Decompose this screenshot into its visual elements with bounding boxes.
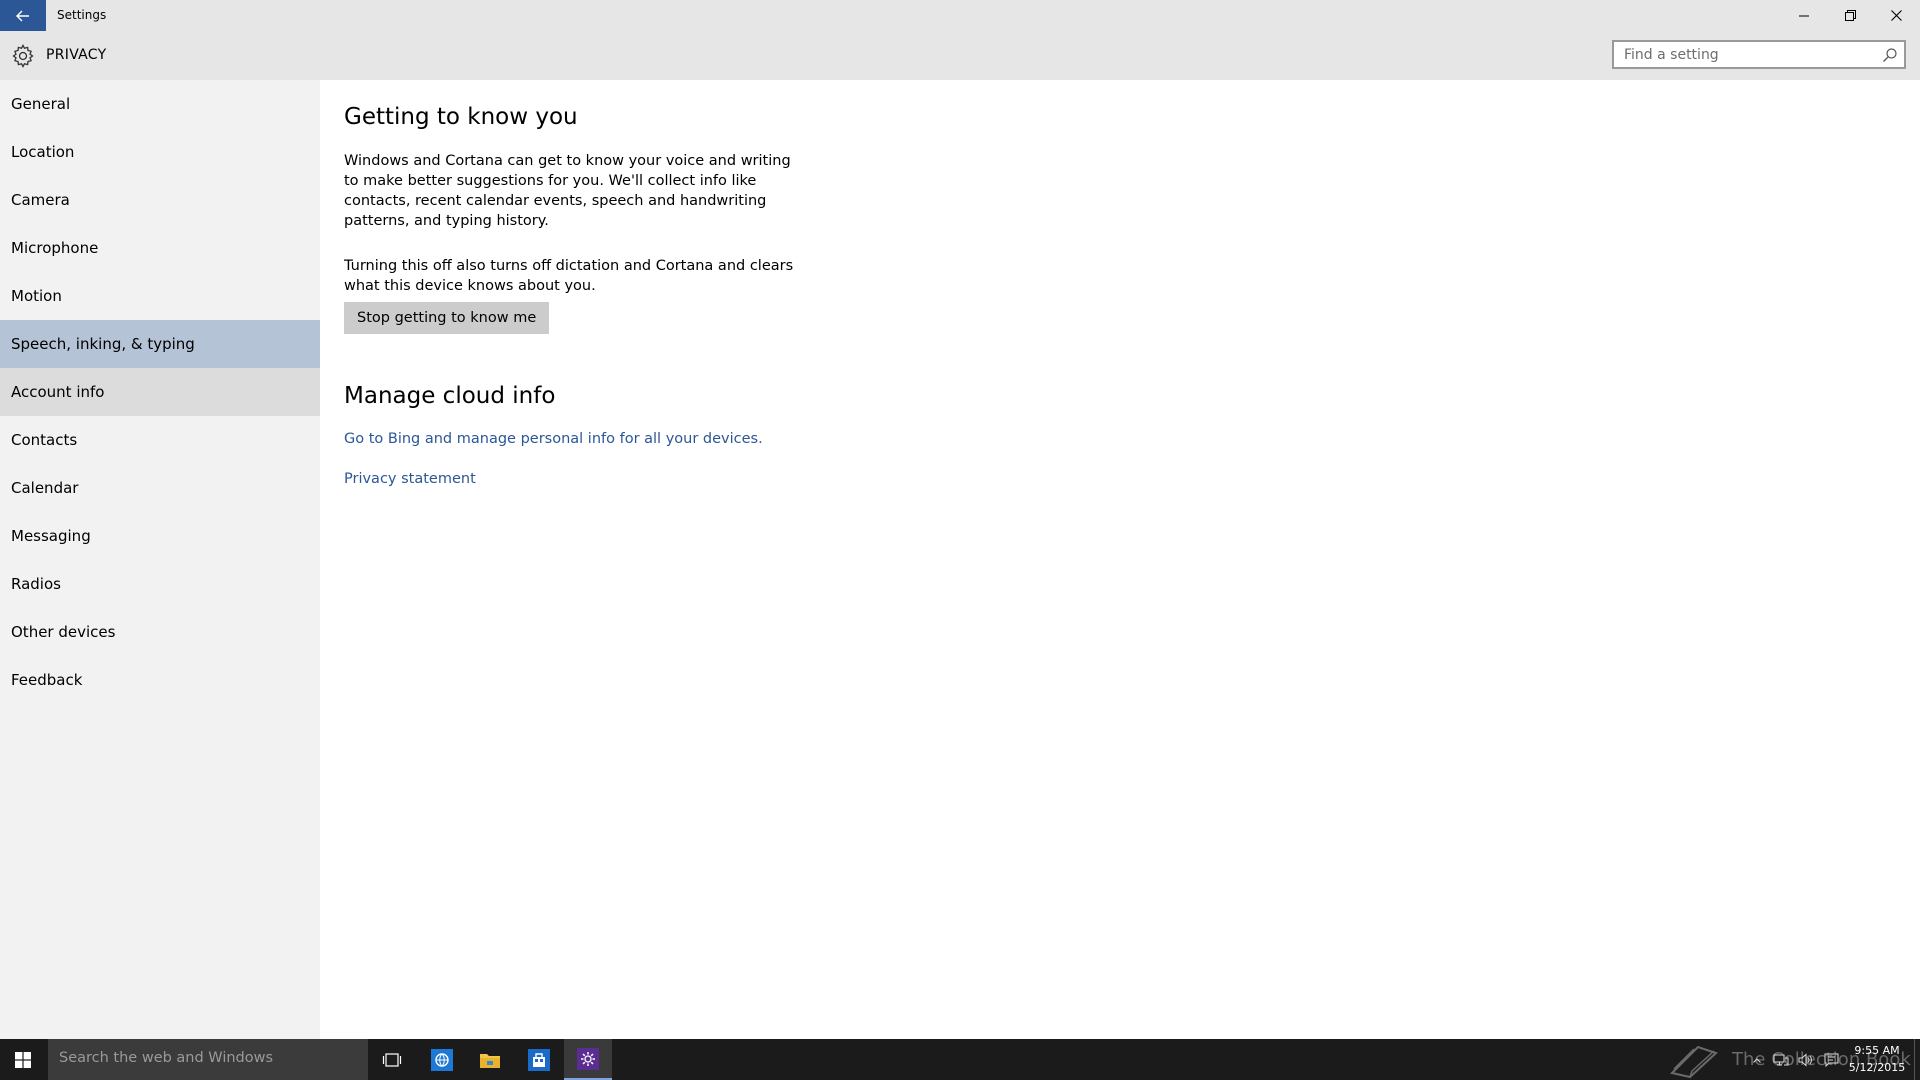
start-button[interactable] bbox=[0, 1039, 46, 1080]
windows-logo-icon bbox=[15, 1051, 31, 1068]
taskbar-clock[interactable]: 9:55 AM 5/12/2015 bbox=[1848, 1042, 1906, 1076]
find-setting-search[interactable] bbox=[1612, 40, 1906, 69]
sidebar-item-microphone[interactable]: Microphone bbox=[0, 224, 320, 272]
sidebar-item-location[interactable]: Location bbox=[0, 128, 320, 176]
file-explorer-button[interactable] bbox=[466, 1039, 514, 1080]
internet-explorer-icon bbox=[431, 1048, 453, 1071]
sidebar-item-account-info[interactable]: Account info bbox=[0, 368, 320, 416]
close-button[interactable] bbox=[1873, 0, 1919, 31]
network-tray-button[interactable] bbox=[1772, 1051, 1790, 1069]
action-center-tray-button[interactable] bbox=[1822, 1051, 1840, 1069]
volume-icon bbox=[1798, 1053, 1812, 1067]
getting-to-know-heading: Getting to know you bbox=[344, 104, 578, 130]
clock-time: 9:55 AM bbox=[1854, 1044, 1900, 1057]
store-button[interactable] bbox=[515, 1039, 563, 1080]
sidebar-item-calendar[interactable]: Calendar bbox=[0, 464, 320, 512]
chevron-up-icon bbox=[1753, 1057, 1761, 1063]
settings-header: PRIVACY bbox=[0, 31, 1920, 80]
restore-button[interactable] bbox=[1827, 0, 1873, 31]
stop-getting-to-know-me-button[interactable]: Stop getting to know me bbox=[344, 302, 550, 334]
network-icon bbox=[1773, 1054, 1789, 1066]
settings-app-icon bbox=[577, 1047, 599, 1070]
store-icon bbox=[528, 1048, 550, 1071]
sidebar-item-motion[interactable]: Motion bbox=[0, 272, 320, 320]
show-hidden-icons-button[interactable] bbox=[1748, 1051, 1766, 1069]
sidebar-item-speech-inking-typing[interactable]: Speech, inking, & typing bbox=[0, 320, 320, 368]
taskbar-search-placeholder: Search the web and Windows bbox=[59, 1050, 274, 1066]
message-icon bbox=[1824, 1053, 1838, 1067]
sidebar-nav: General Location Camera Microphone Motio… bbox=[0, 80, 320, 1039]
sidebar-item-general[interactable]: General bbox=[0, 80, 320, 128]
sidebar-item-camera[interactable]: Camera bbox=[0, 176, 320, 224]
search-icon[interactable] bbox=[1882, 47, 1898, 63]
minimize-button[interactable] bbox=[1781, 0, 1827, 31]
title-bar: Settings bbox=[0, 0, 1920, 31]
taskbar: Search the web and Windows The Collectio… bbox=[0, 1039, 1920, 1080]
show-desktop-button[interactable] bbox=[1914, 1039, 1920, 1080]
back-button[interactable] bbox=[0, 0, 46, 31]
manage-cloud-info-heading: Manage cloud info bbox=[344, 383, 556, 409]
clock-date: 5/12/2015 bbox=[1848, 1061, 1906, 1074]
internet-explorer-button[interactable] bbox=[418, 1039, 466, 1080]
close-icon bbox=[1890, 10, 1902, 21]
bing-manage-info-link[interactable]: Go to Bing and manage personal info for … bbox=[344, 431, 763, 447]
getting-to-know-note: Turning this off also turns off dictatio… bbox=[344, 258, 794, 294]
gear-icon bbox=[12, 44, 34, 68]
file-explorer-icon bbox=[480, 1053, 500, 1068]
sidebar-item-contacts[interactable]: Contacts bbox=[0, 416, 320, 464]
minimize-icon bbox=[1799, 15, 1809, 16]
sidebar-item-other-devices[interactable]: Other devices bbox=[0, 608, 320, 656]
sidebar-item-messaging[interactable]: Messaging bbox=[0, 512, 320, 560]
page-title: PRIVACY bbox=[46, 47, 107, 63]
sidebar-item-radios[interactable]: Radios bbox=[0, 560, 320, 608]
getting-to-know-description: Windows and Cortana can get to know your… bbox=[344, 153, 791, 229]
book-logo-icon bbox=[1670, 1045, 1718, 1078]
volume-tray-button[interactable] bbox=[1797, 1051, 1815, 1069]
sidebar-item-feedback[interactable]: Feedback bbox=[0, 656, 320, 704]
window-title: Settings bbox=[57, 8, 107, 22]
back-arrow-icon bbox=[16, 10, 29, 21]
search-input[interactable] bbox=[1614, 42, 1884, 67]
settings-app-button[interactable] bbox=[564, 1039, 612, 1080]
task-view-icon bbox=[382, 1052, 402, 1067]
task-view-button[interactable] bbox=[368, 1039, 416, 1080]
privacy-statement-link[interactable]: Privacy statement bbox=[344, 471, 476, 487]
restore-icon bbox=[1844, 10, 1856, 21]
taskbar-search-box[interactable]: Search the web and Windows bbox=[48, 1039, 368, 1080]
